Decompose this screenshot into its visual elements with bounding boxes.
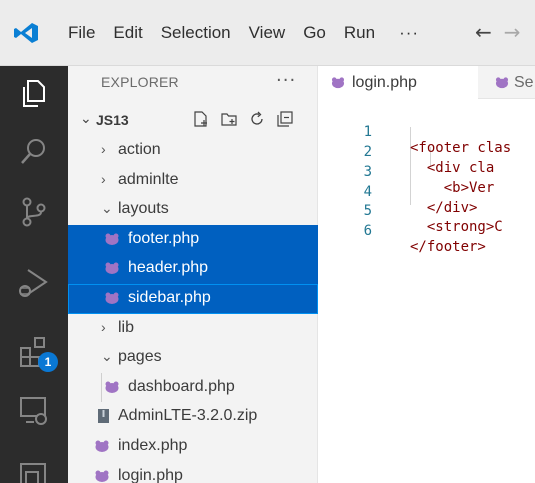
php-file-icon xyxy=(105,292,119,304)
tab-label: Se xyxy=(514,74,534,91)
menu-go[interactable]: Go xyxy=(303,21,326,45)
tree-item-label: login.php xyxy=(118,466,183,483)
new-file-icon[interactable] xyxy=(192,110,210,128)
explorer-icon[interactable] xyxy=(16,76,52,112)
tree-item-dashboard-php[interactable]: dashboard.php xyxy=(68,372,318,403)
code-line: 1 <footer clas xyxy=(318,108,535,156)
tree-item-header-php[interactable]: header.php xyxy=(68,254,318,284)
tree-item-label: layouts xyxy=(118,200,169,218)
title-bar: File Edit Selection View Go Run ··· ← → xyxy=(0,0,535,66)
line-number: 6 xyxy=(363,223,372,239)
explorer-more-button[interactable]: ··· xyxy=(276,70,296,91)
tree-item-index-php[interactable]: index.php xyxy=(68,432,318,462)
menu-view[interactable]: View xyxy=(249,21,286,45)
extensions-badge: 1 xyxy=(38,352,58,372)
activity-bar: 1 xyxy=(0,66,68,483)
code-line: 3 <b>Ver xyxy=(318,148,535,196)
tree-item-label: AdminLTE-3.2.0.zip xyxy=(118,407,258,425)
tree-item-pages[interactable]: ⌄ pages xyxy=(68,343,318,373)
section-actions xyxy=(192,110,294,128)
indent-guide xyxy=(101,372,102,403)
menu-more-button[interactable]: ··· xyxy=(399,21,419,45)
tree-item-label: footer.php xyxy=(128,229,200,247)
chevron-down-icon: ⌄ xyxy=(101,348,113,365)
tab-second[interactable]: Se xyxy=(490,66,534,99)
php-file-icon xyxy=(105,233,119,245)
menu-edit[interactable]: Edit xyxy=(113,21,142,45)
tree-item-footer-php[interactable]: footer.php xyxy=(68,224,318,255)
tab-label: login.php xyxy=(352,74,417,91)
tab-login-php[interactable]: login.php xyxy=(318,66,478,99)
tree-item-layouts[interactable]: ⌄ layouts xyxy=(68,195,318,225)
tree-item-label: adminlte xyxy=(118,170,179,188)
tree-item-login-php[interactable]: login.php xyxy=(68,462,318,483)
tree-item-label: dashboard.php xyxy=(128,377,235,395)
chevron-right-icon: › xyxy=(101,170,106,187)
remote-explorer-icon[interactable] xyxy=(16,392,52,428)
vscode-logo-icon[interactable] xyxy=(13,22,39,44)
tree-item-sidebar-php[interactable]: sidebar.php xyxy=(68,283,318,314)
code-line: 2 <div cla xyxy=(318,128,535,176)
menu-selection[interactable]: Selection xyxy=(161,21,231,45)
tree-item-label: index.php xyxy=(118,436,188,454)
php-file-icon xyxy=(105,381,119,393)
explorer-sidebar: EXPLORER ··· ⌄ JS13 › action › adminlte … xyxy=(68,66,318,483)
source-control-icon[interactable] xyxy=(16,194,52,230)
search-icon[interactable] xyxy=(16,134,52,170)
refresh-icon[interactable] xyxy=(248,110,266,128)
code-line: 5 <strong>C xyxy=(318,187,535,235)
chevron-down-icon: ⌄ xyxy=(80,111,92,127)
menu-bar: File Edit Selection View Go Run ··· xyxy=(68,21,437,45)
code-editor[interactable]: 1 <footer clas 2 <div cla 3 <b>Ver 4 </d… xyxy=(318,99,535,483)
code-text: </footer> xyxy=(410,239,486,255)
tree-item-adminlte-zip[interactable]: AdminLTE-3.2.0.zip xyxy=(68,402,318,432)
code-line: 6 </footer> xyxy=(318,207,535,255)
collapse-all-icon[interactable] xyxy=(276,110,294,128)
workspace-section[interactable]: ⌄ JS13 xyxy=(68,108,318,134)
new-folder-icon[interactable] xyxy=(220,110,238,128)
chevron-right-icon: › xyxy=(101,141,106,157)
code-line: 4 </div> xyxy=(318,168,535,216)
tree-item-label: action xyxy=(118,141,161,158)
php-file-icon xyxy=(95,470,109,482)
chevron-right-icon: › xyxy=(101,318,106,335)
php-file-icon xyxy=(495,77,509,89)
back-arrow-icon[interactable]: ← xyxy=(475,20,492,44)
run-debug-icon[interactable] xyxy=(16,264,52,300)
tree-item-label: header.php xyxy=(128,259,209,277)
editor-tabs: login.php Se xyxy=(318,66,535,99)
php-file-icon xyxy=(331,77,345,89)
php-file-icon xyxy=(105,262,119,275)
tree-item-lib[interactable]: › lib xyxy=(68,314,318,344)
explorer-header: EXPLORER xyxy=(101,74,179,90)
tree-item-label: pages xyxy=(118,348,162,366)
zip-file-icon xyxy=(98,409,109,424)
menu-file[interactable]: File xyxy=(68,21,95,45)
forward-arrow-icon[interactable]: → xyxy=(504,20,521,44)
php-file-icon xyxy=(95,440,109,452)
tree-item-label: lib xyxy=(118,318,135,336)
remote-icon[interactable] xyxy=(16,458,52,483)
navigation-arrows: ← → xyxy=(475,20,533,44)
tree-item-label: sidebar.php xyxy=(128,288,211,306)
workspace-name: JS13 xyxy=(96,112,129,128)
chevron-down-icon: ⌄ xyxy=(101,200,113,217)
file-tree: › action › adminlte ⌄ layouts footer.php… xyxy=(68,136,318,483)
tree-item-action[interactable]: › action xyxy=(68,136,318,166)
tree-item-adminlte[interactable]: › adminlte xyxy=(68,166,318,196)
menu-run[interactable]: Run xyxy=(344,21,375,45)
